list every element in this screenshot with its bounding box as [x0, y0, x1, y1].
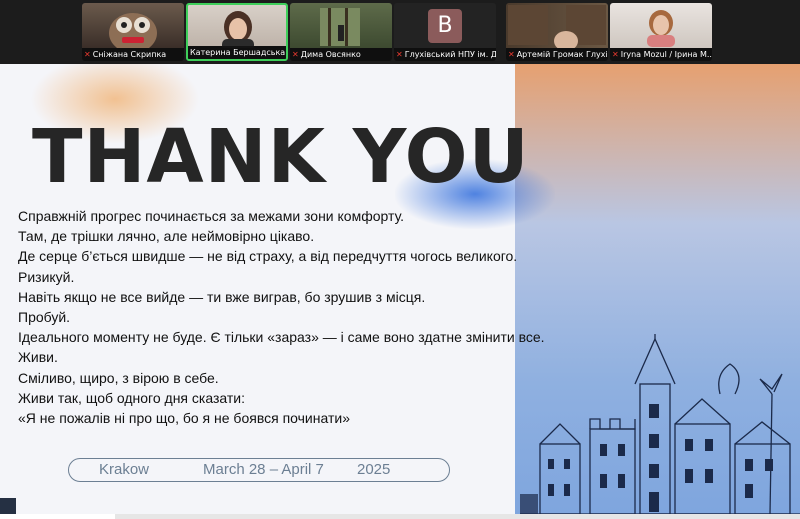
participant-name: ✕ Сніжана Скрипка — [82, 48, 184, 61]
event-location: Krakow — [99, 461, 150, 478]
participant-tile-5[interactable]: ✕ Артемій Громак Глухі... — [506, 3, 608, 61]
slide-corner-square — [0, 498, 16, 514]
quote-line: Справжній прогрес починається за межами … — [18, 208, 405, 224]
mic-muted-icon: ✕ — [612, 50, 619, 59]
event-year: 2025 — [357, 461, 391, 478]
forest-avatar-icon — [320, 8, 360, 46]
participant-name: ✕ Iryna Mozul / Ірина М... — [610, 48, 712, 61]
quote-line: Ідеального моменту не буде. Є тільки «за… — [18, 329, 545, 346]
quote-line: Живи так, щоб одного дня сказати: — [18, 389, 245, 406]
participant-strip: ✕ Сніжана Скрипка Катерина Бершадська ✕ Ди… — [0, 0, 800, 64]
participant-video — [188, 5, 286, 51]
quote-line: «Я не пожалів ні про що, бо я не боявся … — [18, 410, 350, 427]
participant-name-text: Сніжана Скрипка — [92, 50, 167, 59]
participant-video — [82, 3, 184, 53]
quote-line: Де серце б’ється швидше — не від страху,… — [18, 248, 518, 265]
participant-name-text: Дима Овсянко — [300, 50, 361, 59]
participant-name-text: Артемій Громак Глухі... — [516, 50, 608, 59]
bookshelf-avatar-icon — [508, 5, 606, 51]
initial-avatar: B — [428, 9, 462, 43]
event-info-pill: Krakow March 28 – April 7 2025 — [68, 458, 450, 482]
owl-avatar-icon — [109, 13, 157, 53]
participant-video: B — [394, 3, 496, 48]
participant-tile-1[interactable]: ✕ Сніжана Скрипка — [82, 3, 184, 61]
person-avatar-icon — [222, 11, 254, 51]
mic-muted-icon: ✕ — [84, 50, 91, 59]
scrollbar-track[interactable] — [115, 514, 800, 519]
event-dates: March 28 – April 7 — [203, 461, 324, 478]
shared-slide: THANK YOU Справжній прогрес починається … — [0, 64, 800, 519]
quote-line: Живи. — [18, 349, 58, 366]
participant-video — [506, 3, 608, 51]
participant-name: Катерина Бершадська — [188, 46, 286, 59]
castle-sketch-icon — [520, 334, 800, 515]
participant-video — [610, 3, 712, 48]
mic-muted-icon: ✕ — [396, 50, 403, 59]
participant-tile-4[interactable]: B ✕ Глухівський НПУ ім. Д... — [394, 3, 496, 61]
mic-muted-icon: ✕ — [292, 50, 299, 59]
bottom-scrollbar[interactable] — [0, 514, 800, 519]
person-avatar-icon — [647, 10, 675, 47]
quote-line: Сміливо, щиро, з вірою в себе. — [18, 369, 219, 386]
participant-name: ✕ Глухівський НПУ ім. Д... — [394, 48, 496, 61]
quote-line: Ризикуй. — [18, 268, 75, 285]
participant-name: ✕ Артемій Громак Глухі... — [506, 48, 608, 61]
quote-line: Навіть якщо не все вийде — ти вже виграв… — [18, 288, 426, 305]
participant-name-text: Iryna Mozul / Ірина М... — [620, 50, 712, 59]
participant-tile-3[interactable]: ✕ Дима Овсянко — [290, 3, 392, 61]
quote-line: Там, де трішки лячно, але неймовірно цік… — [18, 228, 315, 245]
participant-name: ✕ Дима Овсянко — [290, 48, 392, 61]
mic-muted-icon: ✕ — [508, 50, 515, 59]
participant-tile-2[interactable]: Катерина Бершадська — [186, 3, 288, 61]
participant-name-text: Катерина Бершадська — [190, 48, 286, 57]
participant-name-text: Глухівський НПУ ім. Д... — [404, 50, 496, 59]
quote-line: Пробуй. — [18, 309, 71, 326]
participant-video — [290, 3, 392, 48]
slide-quote: Справжній прогрес починається за межами … — [18, 206, 578, 428]
participant-tile-6[interactable]: ✕ Iryna Mozul / Ірина М... — [610, 3, 712, 61]
slide-title: THANK YOU — [32, 114, 530, 200]
